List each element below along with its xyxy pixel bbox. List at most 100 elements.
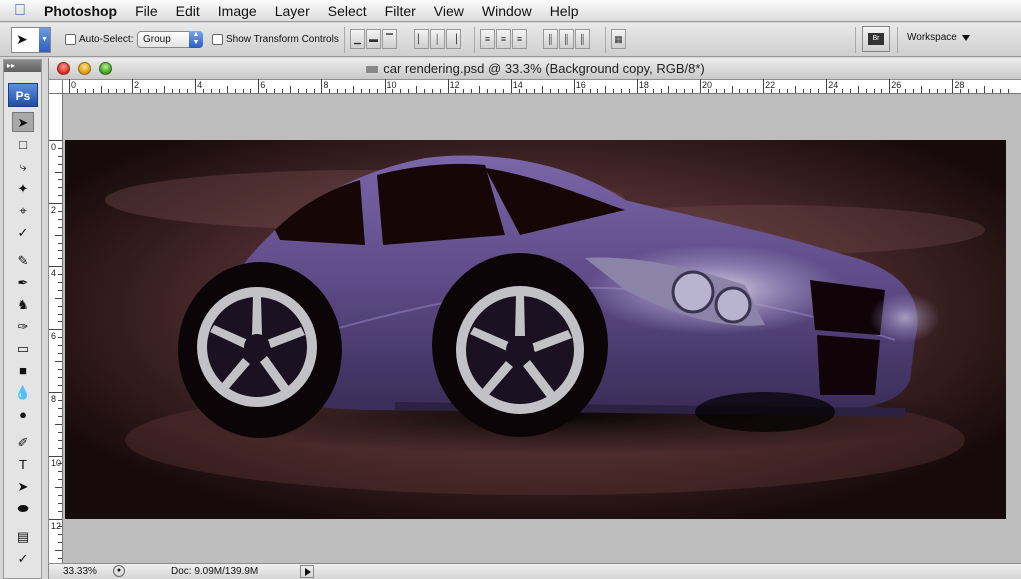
bridge-button[interactable]: Br (862, 26, 890, 52)
status-bar: 33.33% ● Doc: 9.09M/139.9M (49, 563, 1021, 579)
pen-tool-icon[interactable]: ✐ (12, 433, 34, 453)
ruler-minor-tick (723, 89, 725, 93)
ruler-origin[interactable] (49, 80, 63, 94)
distribute-hcenter-icon[interactable]: ║ (559, 29, 574, 49)
gradient-tool-icon[interactable]: ■ (12, 361, 34, 381)
vertical-ruler[interactable]: 0 2 4 6 8 10 12 (49, 94, 63, 575)
zoom-level[interactable]: 33.33% (63, 566, 97, 577)
ruler-minor-tick (668, 86, 670, 93)
menu-app-photoshop[interactable]: Photoshop (40, 0, 126, 22)
ruler-minor-tick (305, 89, 307, 93)
ruler-minor-tick (55, 360, 62, 362)
ruler-minor-tick (108, 89, 110, 93)
ruler-major-tick (952, 79, 954, 93)
type-tool-icon[interactable]: T (12, 455, 34, 475)
menu-file[interactable]: File (126, 0, 167, 22)
align-top-edges-icon[interactable]: ▁ (350, 29, 365, 49)
eyedropper-tool-icon-2[interactable]: ✓ (12, 549, 34, 569)
status-options-icon[interactable]: ● (113, 565, 125, 577)
document-info: Doc: 9.09M/139.9M (171, 566, 259, 577)
distribute-bottom-icon[interactable]: ≡ (512, 29, 527, 49)
show-transform-checkbox[interactable]: Show Transform Controls (212, 34, 339, 45)
clone-stamp-tool-icon[interactable]: ♞ (12, 295, 34, 315)
toolbox-grip-icon[interactable]: ▸▸ (4, 60, 41, 72)
ruler-minor-tick (58, 210, 62, 212)
distribute-right-icon[interactable]: ║ (575, 29, 590, 49)
history-brush-tool-icon[interactable]: ✑ (12, 317, 34, 337)
show-transform-box[interactable] (212, 34, 223, 45)
status-menu-arrow-icon[interactable] (300, 565, 314, 578)
ruler-minor-tick (960, 89, 962, 93)
menu-view[interactable]: View (425, 0, 473, 22)
distribute-left-icon[interactable]: ║ (543, 29, 558, 49)
ruler-minor-tick (58, 384, 62, 386)
image-canvas[interactable] (65, 140, 1006, 519)
align-vertical-centers-icon[interactable]: ▬ (366, 29, 381, 49)
ruler-major-tick (49, 140, 62, 141)
ruler-minor-tick (1007, 89, 1009, 93)
auto-select-checkbox[interactable]: Auto-Select: (65, 34, 133, 45)
align-left-edges-icon[interactable]: ▏ (414, 29, 429, 49)
ruler-minor-tick (778, 89, 780, 93)
ruler-minor-tick (329, 89, 331, 93)
ruler-minor-tick (644, 89, 646, 93)
menu-edit[interactable]: Edit (167, 0, 209, 22)
ruler-minor-tick (58, 368, 62, 370)
menu-window[interactable]: Window (473, 0, 541, 22)
menu-filter[interactable]: Filter (376, 0, 425, 22)
ruler-major-tick (69, 79, 70, 93)
path-selection-tool-icon[interactable]: ➤ (12, 477, 34, 497)
distribute-top-icon[interactable]: ≡ (480, 29, 495, 49)
document-proxy-icon[interactable] (366, 66, 379, 74)
eraser-tool-icon[interactable]: ▭ (12, 339, 34, 359)
ruler-minor-tick (439, 89, 441, 93)
ruler-minor-tick (976, 89, 978, 93)
ruler-minor-tick (345, 89, 347, 93)
healing-brush-tool-icon[interactable]: ✎ (12, 251, 34, 271)
ruler-minor-tick (58, 258, 62, 260)
ps-logo[interactable]: Ps (8, 83, 38, 107)
dodge-tool-icon[interactable]: ● (12, 405, 34, 425)
eyedropper-tool-icon[interactable]: ✓ (12, 223, 34, 243)
shape-tool-icon[interactable]: ⬬ (12, 499, 34, 519)
ruler-h-label: 4 (197, 80, 203, 90)
auto-select-box[interactable] (65, 34, 76, 45)
ruler-minor-tick (589, 89, 591, 93)
ruler-minor-tick (487, 89, 489, 93)
crop-tool-icon[interactable]: ⌖ (12, 201, 34, 221)
align-right-edges-icon[interactable]: ▕ (446, 29, 461, 49)
ruler-minor-tick (802, 89, 804, 93)
menu-image[interactable]: Image (209, 0, 266, 22)
ruler-minor-tick (337, 89, 339, 93)
ruler-minor-tick (58, 321, 62, 323)
move-tool-icon[interactable]: ➤ (12, 112, 34, 132)
tool-preset-picker[interactable]: ➤ ▼ (11, 27, 51, 53)
horizontal-ruler[interactable]: 0 2 4 6 8 10 12 14 16 18 20 22 24 26 28 (63, 79, 1021, 94)
brush-tool-icon[interactable]: ✒ (12, 273, 34, 293)
document-titlebar[interactable]: car rendering.psd @ 33.3% (Background co… (49, 58, 1021, 80)
chevron-down-icon[interactable]: ▼ (39, 28, 50, 52)
ruler-minor-tick (58, 431, 62, 433)
menu-help[interactable]: Help (541, 0, 588, 22)
marquee-tool-icon[interactable]: □ (12, 135, 34, 155)
ruler-minor-tick (936, 89, 938, 93)
menu-select[interactable]: Select (319, 0, 376, 22)
blur-tool-icon[interactable]: 💧 (12, 383, 34, 403)
auto-align-layers-icon[interactable]: ▦ (611, 29, 626, 49)
ruler-minor-tick (652, 89, 654, 93)
document-title-text: car rendering.psd @ 33.3% (Background co… (383, 61, 705, 76)
lasso-tool-icon[interactable]: ⤷ (12, 157, 34, 177)
ruler-minor-tick (58, 447, 62, 449)
magic-wand-tool-icon[interactable]: ✦ (12, 179, 34, 199)
ruler-major-tick (258, 79, 260, 93)
menu-layer[interactable]: Layer (266, 0, 319, 22)
align-horizontal-centers-icon[interactable]: │ (430, 29, 445, 49)
align-bottom-edges-icon[interactable]: ▔ (382, 29, 397, 49)
stepper-icon[interactable]: ▲ ▼ (189, 31, 203, 48)
distribute-vcenter-icon[interactable]: ≡ (496, 29, 511, 49)
auto-select-dropdown[interactable]: Group ▲ ▼ (137, 31, 203, 48)
workspace-menu[interactable]: Workspace (907, 32, 970, 43)
ruler-minor-tick (58, 416, 62, 418)
notes-tool-icon[interactable]: ▤ (12, 527, 34, 547)
apple-icon[interactable]:  (0, 2, 40, 20)
